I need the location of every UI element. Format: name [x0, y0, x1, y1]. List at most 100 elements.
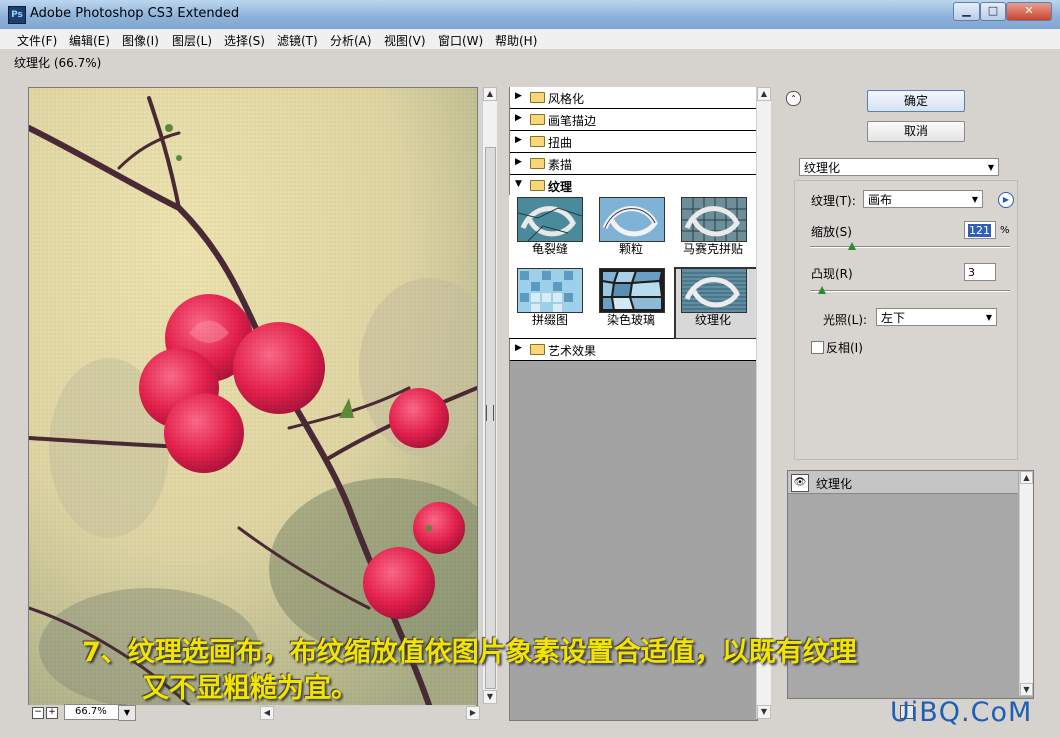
- scroll-up-arrow-icon[interactable]: ▲: [483, 87, 497, 101]
- stained-glass-preview-image: [600, 269, 664, 312]
- relief-slider-knob[interactable]: [818, 286, 826, 294]
- thumb-patchwork[interactable]: [517, 268, 583, 313]
- relief-input[interactable]: 3: [964, 263, 996, 281]
- effect-layer-name: 纹理化: [816, 477, 853, 491]
- dialog-title: 纹理化 (66.7%): [14, 56, 102, 70]
- craquelure-preview-image: [518, 198, 582, 241]
- photoshop-app-icon: Ps: [8, 6, 26, 24]
- cancel-button[interactable]: 取消: [867, 121, 965, 142]
- chevron-down-icon: ▼: [985, 313, 992, 322]
- gallery-scrollbar[interactable]: ▲ ▼: [756, 87, 771, 719]
- collapse-arrow-icon: ▼: [515, 179, 522, 189]
- patchwork-preview-image: [518, 269, 582, 312]
- tutorial-caption-line1: 7、纹理选画布，布纹缩放值依图片象素设置合适值，以既有纹理: [82, 637, 857, 668]
- scroll-down-arrow-icon[interactable]: ▼: [757, 705, 771, 719]
- expand-arrow-icon: ▶: [515, 135, 522, 145]
- options-bar-ghost: [110, 54, 1050, 68]
- thumb-label-craquelure: 龟裂缝: [531, 242, 568, 256]
- light-label: 光照(L):: [823, 313, 868, 327]
- thumb-label-grain: 颗粒: [618, 242, 643, 256]
- visibility-eye-icon[interactable]: 👁: [791, 474, 809, 492]
- texturizer-preview-image: [682, 269, 746, 312]
- window-title: Adobe Photoshop CS3 Extended: [30, 6, 240, 21]
- chevron-down-icon: ▼: [971, 195, 978, 204]
- folder-brush-strokes[interactable]: ▶ 画笔描边: [510, 109, 756, 131]
- texture-label: 纹理(T):: [811, 194, 856, 208]
- site-watermark: UiBQ.CoM: [890, 697, 1033, 728]
- scroll-up-arrow-icon[interactable]: ▲: [1020, 471, 1033, 484]
- light-direction-select[interactable]: 左下 ▼: [876, 308, 997, 326]
- menu-select[interactable]: 选择(S): [224, 32, 265, 49]
- zoom-level-field[interactable]: 66.7%: [64, 704, 126, 720]
- chevron-down-icon: ▼: [123, 708, 131, 717]
- thumb-stained-glass[interactable]: [599, 268, 665, 313]
- folder-distort[interactable]: ▶ 扭曲: [510, 131, 756, 153]
- relief-slider-track[interactable]: [810, 290, 1010, 292]
- thumb-label-texturizer: 纹理化: [694, 313, 731, 327]
- flower-photo: [29, 88, 477, 705]
- minimize-icon: ▁: [962, 4, 971, 17]
- texture-menu-button[interactable]: ▶: [998, 192, 1014, 208]
- thumb-label-mosaic-tiles: 马赛克拼贴: [682, 242, 743, 256]
- scroll-up-arrow-icon[interactable]: ▲: [757, 87, 771, 101]
- folder-open-icon: [530, 180, 545, 191]
- thumb-label-patchwork: 拼缀图: [531, 313, 568, 327]
- tutorial-caption-line2: 又不显粗糙为宜。: [142, 673, 358, 704]
- folder-sketch[interactable]: ▶ 素描: [510, 153, 756, 175]
- zoom-out-button[interactable]: −: [32, 707, 44, 719]
- menu-window[interactable]: 窗口(W): [438, 32, 483, 49]
- ok-button[interactable]: 确定: [867, 90, 965, 112]
- scaling-label: 缩放(S): [811, 225, 852, 239]
- folder-stylize[interactable]: ▶ 风格化: [510, 87, 756, 109]
- scroll-down-arrow-icon[interactable]: ▼: [483, 690, 497, 704]
- menu-filter[interactable]: 滤镜(T): [277, 32, 318, 49]
- menu-view[interactable]: 视图(V): [384, 32, 426, 49]
- scroll-down-arrow-icon[interactable]: ▼: [1020, 683, 1033, 696]
- scaling-slider-knob[interactable]: [848, 242, 856, 250]
- preview-vertical-scrollbar[interactable]: ▲ ▼: [482, 87, 497, 704]
- menu-layer[interactable]: 图层(L): [172, 32, 212, 49]
- layers-scrollbar[interactable]: ▲ ▼: [1019, 471, 1033, 696]
- thumb-craquelure[interactable]: [517, 197, 583, 242]
- menu-image[interactable]: 图像(I): [122, 32, 159, 49]
- zoom-dropdown-button[interactable]: ▼: [118, 705, 136, 721]
- texture-select[interactable]: 画布 ▼: [863, 190, 983, 208]
- invert-checkbox[interactable]: [811, 341, 824, 354]
- folder-icon: [530, 136, 545, 147]
- scroll-left-arrow-icon[interactable]: ◀: [260, 706, 274, 720]
- thumb-label-stained-glass: 染色玻璃: [606, 313, 655, 327]
- menu-edit[interactable]: 编辑(E): [69, 32, 110, 49]
- expand-arrow-icon: ▶: [515, 113, 522, 123]
- folder-icon: [530, 114, 545, 125]
- close-button[interactable]: ✕: [1006, 2, 1052, 21]
- menu-help[interactable]: 帮助(H): [495, 32, 537, 49]
- folder-icon: [530, 344, 545, 355]
- close-icon: ✕: [1024, 4, 1034, 17]
- maximize-icon: □: [987, 4, 999, 17]
- menu-analysis[interactable]: 分析(A): [330, 32, 372, 49]
- folder-icon: [530, 158, 545, 169]
- thumb-texturizer[interactable]: [681, 268, 747, 313]
- panel-splitter-handle[interactable]: [486, 405, 494, 421]
- menu-bar: 文件(F) 编辑(E) 图像(I) 图层(L) 选择(S) 滤镜(T) 分析(A…: [0, 29, 1060, 50]
- thumb-mosaic-tiles[interactable]: [681, 197, 747, 242]
- invert-label: 反相(I): [826, 341, 863, 355]
- folder-texture[interactable]: ▼ 纹理: [510, 175, 756, 196]
- scaling-input[interactable]: 121: [964, 221, 996, 239]
- expand-arrow-icon: ▶: [515, 343, 522, 353]
- preview-image: [28, 87, 478, 706]
- folder-artistic[interactable]: ▶ 艺术效果: [510, 339, 756, 361]
- double-chevron-up-icon: ⌃: [790, 94, 797, 103]
- filter-type-select[interactable]: 纹理化 ▼: [799, 158, 999, 176]
- scaling-slider-track[interactable]: [810, 246, 1010, 248]
- minimize-button[interactable]: ▁: [953, 2, 980, 21]
- menu-file[interactable]: 文件(F): [17, 32, 57, 49]
- scroll-right-arrow-icon[interactable]: ▶: [466, 706, 480, 720]
- thumb-grain[interactable]: [599, 197, 665, 242]
- collapse-gallery-button[interactable]: ⌃: [786, 91, 801, 106]
- grain-preview-image: [600, 198, 664, 241]
- zoom-in-button[interactable]: +: [46, 707, 58, 719]
- play-arrow-icon: ▶: [1002, 195, 1010, 204]
- maximize-button[interactable]: □: [980, 2, 1006, 21]
- scaling-unit: %: [1000, 225, 1010, 236]
